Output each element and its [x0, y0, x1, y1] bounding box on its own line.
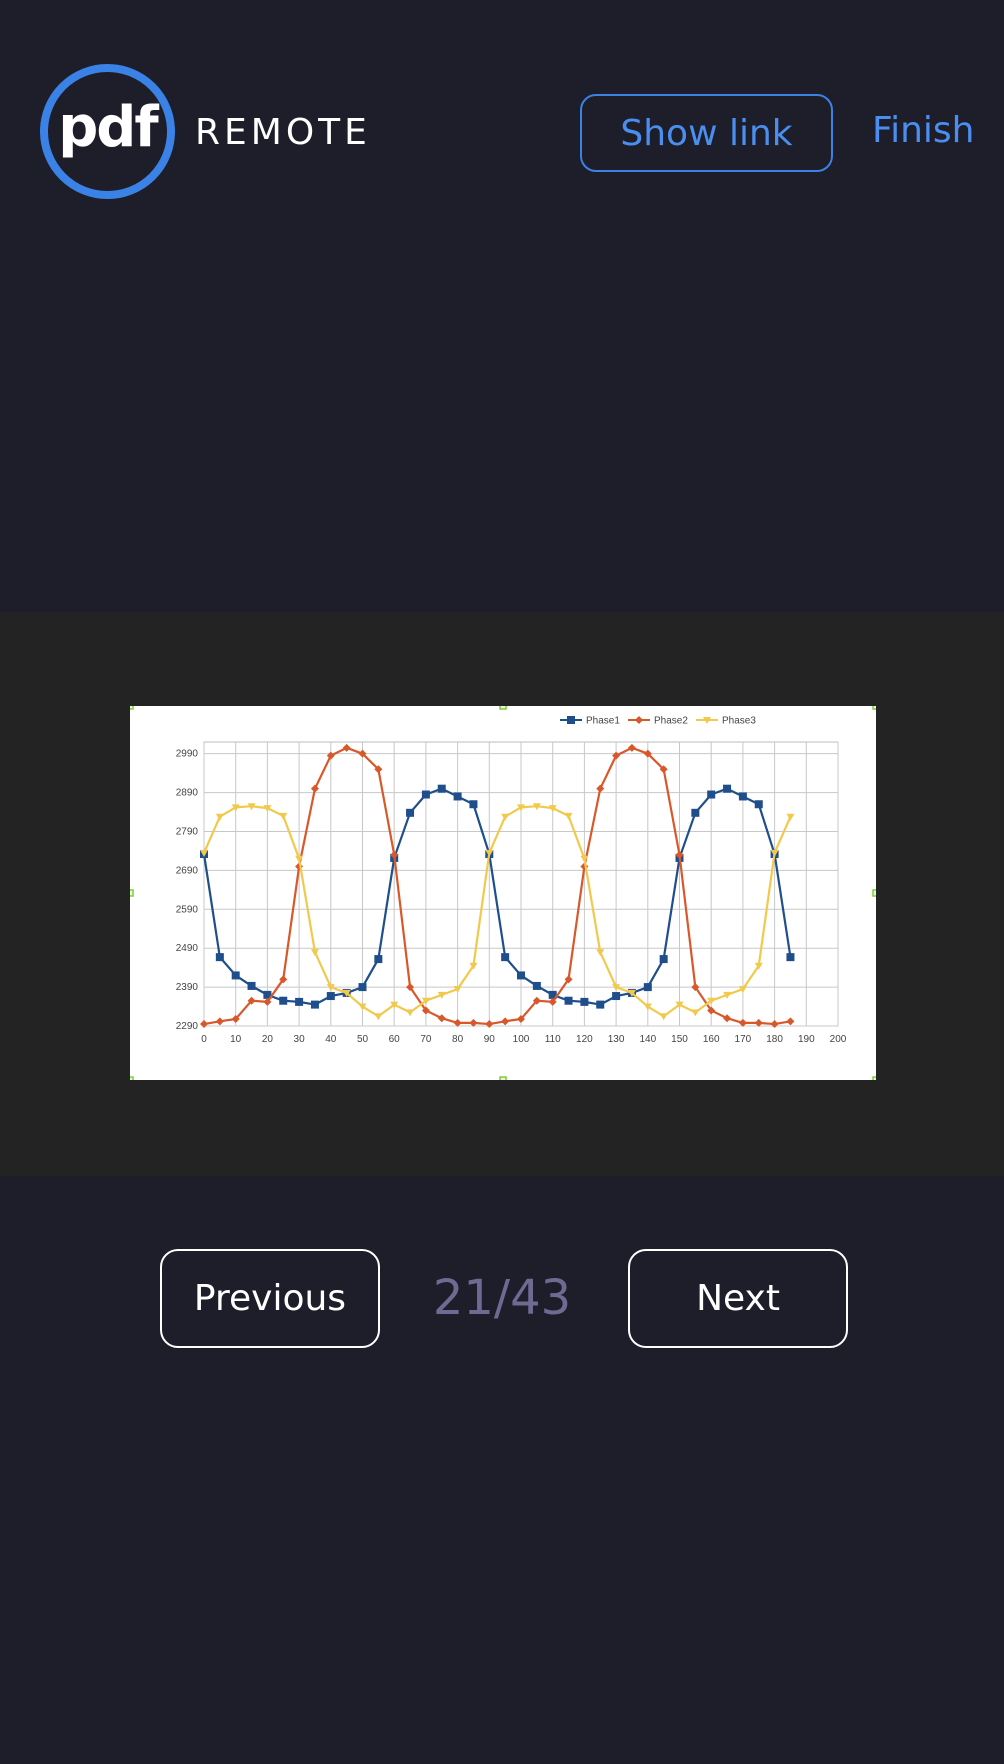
slide-stage: 0 10 20 30 40 50 60 70 80 90 100 110 120 130 140 150 160…: [0, 612, 1004, 1176]
y-tick-label: 2590: [176, 904, 199, 915]
y-tick-label: 2790: [176, 826, 199, 837]
line-chart: 0 10 20 30 40 50 60 70 80 90 100 110 120 130 140 150 160…: [130, 706, 876, 1080]
previous-button[interactable]: Previous: [160, 1249, 380, 1348]
series-phase1-point: [501, 953, 510, 962]
series-phase1-point: [691, 808, 700, 817]
selection-handle: [130, 1076, 134, 1080]
series-phase1-point: [437, 784, 446, 793]
series-phase1-point: [279, 996, 288, 1005]
x-tick-label: 80: [452, 1034, 464, 1045]
x-tick-label: 180: [766, 1034, 783, 1045]
slide-image: 0 10 20 30 40 50 60 70 80 90 100 110 120 130 140 150 160…: [130, 706, 876, 1080]
x-tick-label: 10: [230, 1034, 242, 1045]
selection-handle: [872, 889, 876, 897]
x-tick-label: 110: [545, 1034, 561, 1045]
x-tick-label: 100: [513, 1034, 530, 1045]
series-phase1-point: [707, 790, 716, 799]
series-phase1-point: [295, 997, 304, 1006]
series-phase1-point: [215, 953, 224, 962]
logo-text: pdf: [58, 95, 159, 160]
x-tick-label: 170: [735, 1034, 752, 1045]
selection-handle: [499, 1076, 507, 1080]
x-tick-label: 20: [262, 1034, 274, 1045]
series-phase1-point: [580, 997, 589, 1006]
series-phase1-point: [754, 800, 763, 809]
series-phase1-point: [406, 808, 415, 817]
series-phase1-point: [532, 981, 541, 990]
x-tick-label: 30: [294, 1034, 306, 1045]
x-tick-label: 200: [830, 1034, 847, 1045]
series-phase1-point: [469, 800, 478, 809]
selection-handle: [872, 706, 876, 710]
finish-link[interactable]: Finish: [872, 110, 974, 151]
pdf-logo-icon: pdf: [40, 64, 175, 199]
series-phase1-point: [247, 981, 256, 990]
pdf-remote-app: pdf REMOTE Show link Finish 0 10 20 30 40 50 6…: [0, 0, 1004, 1764]
series-phase1-point: [231, 971, 240, 980]
x-tick-label: 0: [201, 1034, 207, 1045]
legend-phase1: Phase1: [560, 716, 620, 727]
legend-phase2: Phase2: [628, 716, 688, 727]
legend-phase3: Phase3: [696, 716, 756, 727]
x-tick-label: 50: [357, 1034, 369, 1045]
selection-handle: [499, 706, 507, 710]
legend-phase1-label: Phase1: [586, 716, 620, 727]
series-phase1-point: [738, 792, 747, 801]
legend-phase3-label: Phase3: [722, 716, 756, 727]
show-link-button[interactable]: Show link: [580, 94, 833, 172]
y-tick-label: 2690: [176, 865, 199, 876]
page-counter: 21/43: [432, 1270, 572, 1326]
series-phase1-point: [723, 784, 732, 793]
selection-handle: [130, 889, 134, 897]
chart-grid: [203, 741, 839, 1027]
x-tick-label: 120: [576, 1034, 593, 1045]
series-phase1-point: [643, 983, 652, 992]
x-tick-label: 160: [703, 1034, 720, 1045]
x-tick-label: 40: [325, 1034, 337, 1045]
series-phase1-point: [786, 953, 795, 962]
selection-handle: [130, 706, 134, 710]
y-tick-label: 2290: [176, 1021, 199, 1032]
next-button[interactable]: Next: [628, 1249, 848, 1348]
legend-phase2-point: [635, 716, 643, 724]
y-tick-label: 2990: [176, 749, 199, 760]
x-tick-label: 70: [420, 1034, 432, 1045]
y-tick-label: 2490: [176, 943, 199, 954]
series-phase1-point: [564, 996, 573, 1005]
selection-handle: [872, 1076, 876, 1080]
series-phase1-point: [310, 1000, 319, 1009]
series-phase1-point: [421, 790, 430, 799]
x-tick-label: 90: [484, 1034, 496, 1045]
series-phase1-point: [612, 992, 621, 1001]
series-phase1-point: [374, 955, 383, 964]
legend-phase1-point: [567, 716, 575, 724]
series-phase1-point: [326, 992, 335, 1001]
series-phase1-point: [517, 971, 525, 980]
x-tick-label: 130: [608, 1034, 625, 1045]
x-tick-label: 140: [639, 1034, 656, 1045]
series-phase1-point: [596, 1000, 605, 1009]
brand-name: REMOTE: [195, 112, 371, 153]
x-tick-label: 60: [389, 1034, 401, 1045]
series-phase1-point: [659, 955, 668, 964]
legend-phase2-label: Phase2: [654, 716, 688, 727]
series-phase1-point: [453, 792, 462, 801]
series-phase1-point: [358, 983, 367, 992]
x-tick-label: 190: [798, 1034, 815, 1045]
y-tick-label: 2890: [176, 788, 199, 799]
x-tick-label: 150: [671, 1034, 688, 1045]
y-tick-label: 2390: [176, 982, 199, 993]
